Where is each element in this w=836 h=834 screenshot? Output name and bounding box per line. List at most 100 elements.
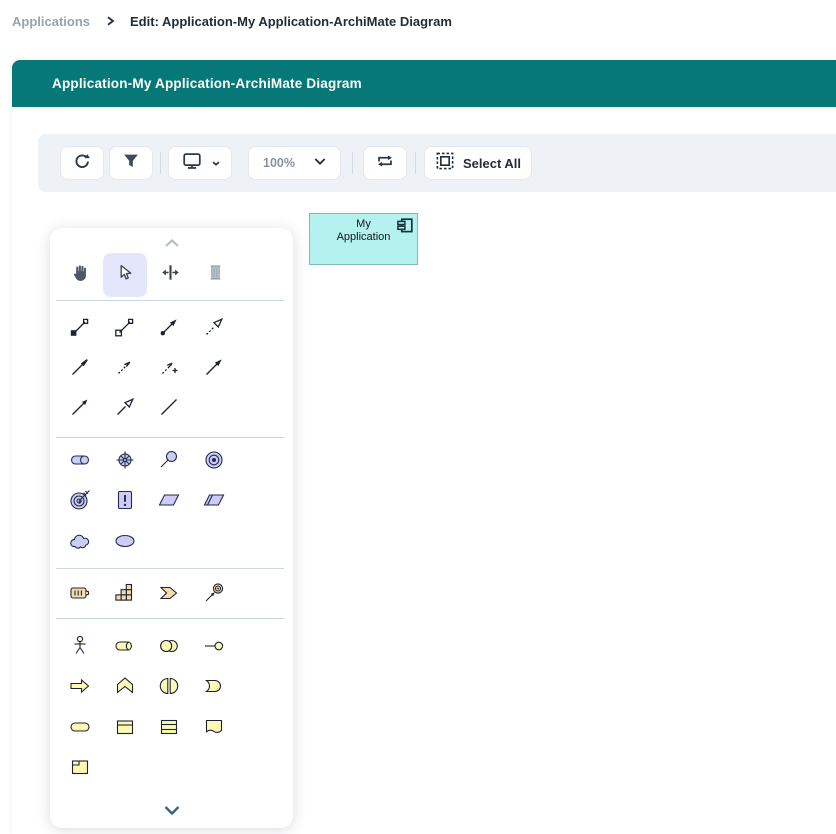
representation-shape[interactable] bbox=[202, 715, 226, 739]
shape-palette bbox=[50, 228, 293, 828]
refresh-button[interactable] bbox=[60, 146, 104, 180]
realization-relationship[interactable] bbox=[202, 315, 226, 339]
palette-tools-group bbox=[58, 253, 237, 297]
assignment-relationship[interactable] bbox=[157, 315, 181, 339]
business-actor-shape[interactable] bbox=[68, 634, 92, 658]
business-role-shape[interactable] bbox=[113, 634, 137, 658]
breadcrumb-applications-link[interactable]: Applications bbox=[12, 14, 90, 29]
business-object-shape[interactable] bbox=[113, 715, 137, 739]
outcome-shape[interactable] bbox=[68, 488, 92, 512]
filter-button[interactable] bbox=[109, 146, 153, 180]
principle-shape[interactable] bbox=[113, 488, 137, 512]
page-title: Application-My Application-ArchiMate Dia… bbox=[52, 76, 362, 91]
palette-business-row-2 bbox=[68, 674, 226, 698]
split-arrows-icon bbox=[159, 261, 182, 289]
palette-relationships-row-2 bbox=[68, 355, 226, 379]
influence-relationship[interactable] bbox=[113, 355, 137, 379]
business-function-shape[interactable] bbox=[113, 674, 137, 698]
refresh-icon bbox=[71, 150, 93, 177]
column-tool[interactable] bbox=[193, 253, 237, 297]
business-service-shape[interactable] bbox=[68, 715, 92, 739]
canvas-element-label: My Application bbox=[329, 218, 399, 244]
palette-scroll-down[interactable] bbox=[50, 803, 293, 823]
association-relationship[interactable] bbox=[157, 395, 181, 419]
diagram-toolbar: 100% Select All bbox=[38, 134, 836, 192]
serving-relationship[interactable] bbox=[68, 355, 92, 379]
palette-empty-cell bbox=[157, 755, 181, 779]
palette-business-row-1 bbox=[68, 634, 226, 658]
palette-strategy-row bbox=[68, 581, 226, 605]
toolbar-divider bbox=[415, 152, 416, 174]
access-relationship[interactable] bbox=[157, 355, 181, 379]
zoom-chevron-icon bbox=[312, 153, 328, 174]
requirement-shape[interactable] bbox=[157, 488, 181, 512]
palette-empty-cell bbox=[113, 755, 137, 779]
display-button[interactable] bbox=[168, 146, 232, 180]
driver-shape[interactable] bbox=[113, 448, 137, 472]
palette-divider bbox=[56, 300, 284, 301]
display-caret-icon bbox=[212, 154, 220, 172]
assessment-shape[interactable] bbox=[157, 448, 181, 472]
zoom-level-value: 100% bbox=[263, 156, 295, 170]
chevron-down-icon bbox=[160, 803, 184, 823]
palette-motivation-row-3 bbox=[68, 529, 226, 553]
breadcrumb: Applications Edit: Application-My Applic… bbox=[12, 10, 452, 32]
select-all-icon bbox=[435, 151, 455, 176]
business-interface-shape[interactable] bbox=[202, 634, 226, 658]
diagram-header: Application-My Application-ArchiMate Dia… bbox=[12, 60, 836, 107]
chevron-right-icon bbox=[104, 15, 116, 27]
display-icon bbox=[181, 150, 203, 177]
constraint-shape[interactable] bbox=[202, 488, 226, 512]
breadcrumb-current: Edit: Application-My Application-ArchiMa… bbox=[130, 14, 452, 29]
canvas-element-my-application[interactable]: My Application bbox=[309, 213, 418, 265]
stakeholder-shape[interactable] bbox=[68, 448, 92, 472]
aggregation-relationship[interactable] bbox=[113, 315, 137, 339]
capability-shape[interactable] bbox=[113, 581, 137, 605]
palette-motivation-row-2 bbox=[68, 488, 226, 512]
composition-relationship[interactable] bbox=[68, 315, 92, 339]
palette-divider bbox=[56, 618, 284, 619]
product-shape[interactable] bbox=[68, 755, 92, 779]
column-icon bbox=[204, 261, 227, 289]
toolbar-divider bbox=[352, 152, 353, 174]
cycle-layout-button[interactable] bbox=[363, 146, 407, 180]
contract-shape[interactable] bbox=[157, 715, 181, 739]
business-collaboration-shape[interactable] bbox=[157, 634, 181, 658]
palette-relationships-row-3 bbox=[68, 395, 226, 419]
select-tool[interactable] bbox=[103, 253, 147, 297]
palette-empty-cell bbox=[202, 529, 226, 553]
pan-tool[interactable] bbox=[58, 253, 102, 297]
component-icon bbox=[397, 218, 413, 238]
palette-business-row-3 bbox=[68, 715, 226, 739]
business-process-shape[interactable] bbox=[68, 674, 92, 698]
select-all-button[interactable]: Select All bbox=[424, 146, 532, 180]
select-all-label: Select All bbox=[463, 156, 521, 171]
meaning-shape[interactable] bbox=[68, 529, 92, 553]
palette-relationships-row-1 bbox=[68, 315, 226, 339]
diagram-editor-page: Applications Edit: Application-My Applic… bbox=[0, 0, 836, 834]
palette-empty-cell bbox=[202, 395, 226, 419]
triggering-relationship[interactable] bbox=[202, 355, 226, 379]
split-tool[interactable] bbox=[148, 253, 192, 297]
flow-relationship[interactable] bbox=[68, 395, 92, 419]
palette-divider bbox=[56, 568, 284, 569]
course-of-action-shape[interactable] bbox=[202, 581, 226, 605]
cursor-icon bbox=[114, 261, 137, 289]
business-event-shape[interactable] bbox=[202, 674, 226, 698]
hand-icon bbox=[69, 261, 92, 289]
cycle-icon bbox=[374, 150, 396, 177]
palette-empty-cell bbox=[157, 529, 181, 553]
filter-icon bbox=[120, 150, 142, 177]
diagram-card: Application-My Application-ArchiMate Dia… bbox=[12, 60, 836, 834]
resource-shape[interactable] bbox=[68, 581, 92, 605]
specialization-relationship[interactable] bbox=[113, 395, 137, 419]
palette-motivation-row-1 bbox=[68, 448, 226, 472]
palette-empty-cell bbox=[202, 755, 226, 779]
business-interaction-shape[interactable] bbox=[157, 674, 181, 698]
toolbar-divider bbox=[160, 152, 161, 174]
palette-business-row-4 bbox=[68, 755, 226, 779]
value-shape[interactable] bbox=[113, 529, 137, 553]
zoom-select[interactable]: 100% bbox=[248, 146, 341, 180]
goal-shape[interactable] bbox=[202, 448, 226, 472]
value-stream-shape[interactable] bbox=[157, 581, 181, 605]
